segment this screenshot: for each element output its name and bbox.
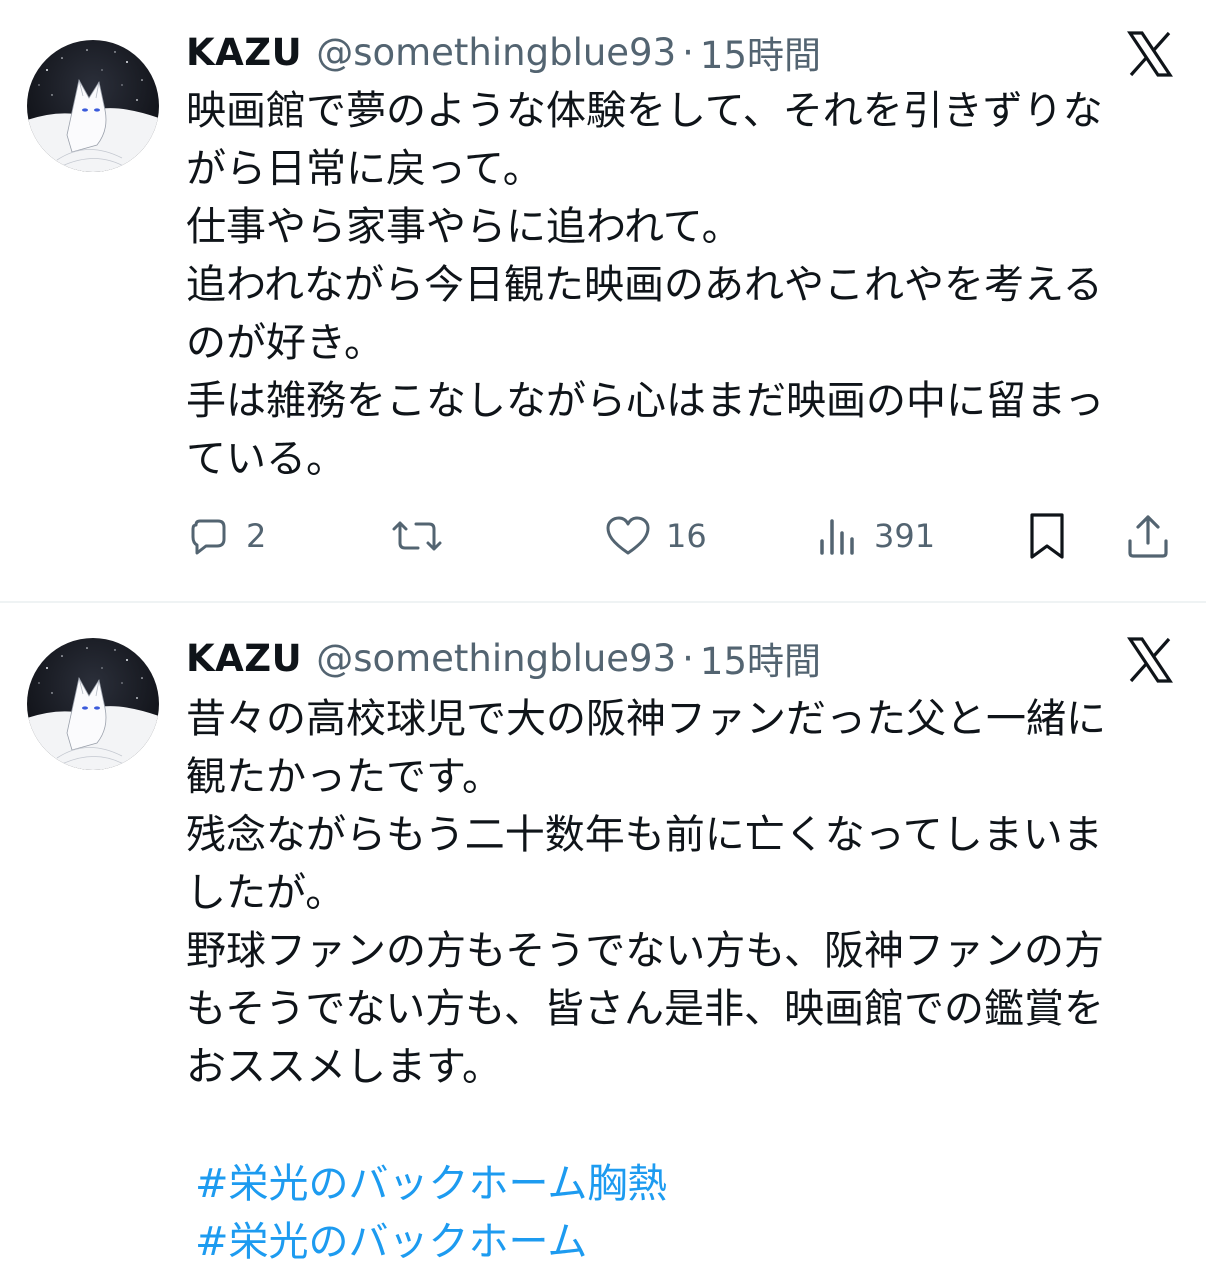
heart-icon <box>604 513 652 559</box>
separator-dot: · <box>682 30 694 74</box>
tweet-text: 昔々の高校球児で大の阪神ファンだった父と一緒に 観たかったです。 残念ながらもう… <box>186 696 1106 1090</box>
retweet-arrows-icon <box>388 513 446 559</box>
bookmark-icon <box>1026 511 1068 561</box>
timestamp[interactable]: 15時間 <box>700 631 821 685</box>
reply-count: 2 <box>246 517 267 555</box>
share-button[interactable] <box>1124 506 1172 566</box>
tweet-text: 映画館で夢のような体験をして、それを引きずりな がら日常に戻って。 仕事やら家事… <box>186 88 1105 482</box>
tweet[interactable]: KAZU @somethingblue93 · 15時間 昔々の高校球児で大の阪… <box>0 603 1206 1267</box>
separator-dot: · <box>682 636 694 680</box>
bookmark-button[interactable] <box>1026 506 1068 566</box>
tweet-header: KAZU @somethingblue93 · 15時間 <box>186 628 821 688</box>
author-handle[interactable]: @somethingblue93 <box>316 31 676 74</box>
like-button[interactable]: 16 <box>604 506 707 566</box>
bar-chart-icon <box>816 513 860 559</box>
hashtag-link[interactable]: #栄光のバックホーム <box>195 1213 667 1271</box>
avatar[interactable] <box>27 638 159 770</box>
reply-button[interactable]: 2 <box>186 506 266 566</box>
hashtag-list: #栄光のバックホーム胸熱 #栄光のバックホーム <box>195 1155 667 1271</box>
retweet-button[interactable] <box>388 506 446 566</box>
x-logo-icon[interactable] <box>1126 636 1174 684</box>
speech-bubble-icon <box>186 513 232 559</box>
avatar[interactable] <box>27 40 159 172</box>
x-logo-icon[interactable] <box>1126 30 1174 78</box>
tweet-actions: 2 16 391 <box>186 506 1176 566</box>
author-handle[interactable]: @somethingblue93 <box>316 637 676 680</box>
hashtag-link[interactable]: #栄光のバックホーム胸熱 <box>195 1155 667 1213</box>
view-count: 391 <box>874 517 936 555</box>
timestamp[interactable]: 15時間 <box>700 25 821 79</box>
tweet-header: KAZU @somethingblue93 · 15時間 <box>186 22 821 82</box>
share-upload-icon <box>1124 511 1172 561</box>
tweet[interactable]: KAZU @somethingblue93 · 15時間 映画館で夢のような体験… <box>0 0 1206 602</box>
like-count: 16 <box>666 517 707 555</box>
author-name[interactable]: KAZU <box>186 31 302 74</box>
author-name[interactable]: KAZU <box>186 637 302 680</box>
views-button[interactable]: 391 <box>816 506 935 566</box>
